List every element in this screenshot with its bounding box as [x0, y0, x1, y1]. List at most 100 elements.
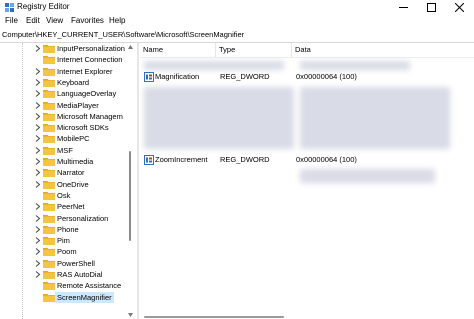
chevron-right-icon[interactable] — [35, 214, 41, 222]
tree-item[interactable]: RAS AutoDial — [0, 269, 126, 280]
value-name: Magnification — [155, 72, 200, 81]
redacted-area — [144, 87, 294, 149]
folder-icon — [43, 202, 55, 212]
folder-icon — [43, 293, 55, 302]
redacted-area — [144, 61, 284, 70]
close-icon — [454, 2, 464, 12]
chevron-right-icon[interactable] — [35, 180, 41, 188]
tree-item-label: ScreenMagnifier — [55, 291, 114, 303]
chevron-right-icon[interactable] — [35, 101, 41, 109]
maximize-button[interactable] — [418, 0, 444, 14]
chevron-right-icon[interactable] — [35, 203, 41, 211]
redacted-area — [300, 61, 410, 70]
menu-edit[interactable]: Edit — [25, 16, 41, 26]
folder-icon — [43, 157, 55, 166]
tree-item-label: MobilePC — [57, 134, 90, 144]
close-button[interactable] — [446, 0, 472, 14]
tree-item[interactable]: Remote Assistance — [0, 280, 126, 291]
tree-scrollbar-thumb[interactable] — [129, 151, 131, 241]
chevron-right-icon[interactable] — [35, 45, 41, 52]
tree-item-label: Microsoft SDKs — [57, 123, 109, 133]
values-pane[interactable]: Name Type Data Magnification REG_DWORD 0… — [140, 43, 474, 319]
tree-item[interactable]: Personalization — [0, 213, 126, 224]
column-header-name[interactable]: Name — [140, 43, 216, 57]
tree-item[interactable]: PowerShell — [0, 258, 126, 269]
value-row[interactable]: ZoomIncrement REG_DWORD 0x00000064 (100) — [140, 154, 474, 166]
tree-item[interactable]: Osk — [0, 190, 126, 201]
tree-item[interactable]: Phone — [0, 224, 126, 235]
tree-item[interactable]: MSF — [0, 145, 126, 156]
chevron-right-icon[interactable] — [35, 169, 41, 177]
values-horizontal-scrollbar[interactable] — [140, 314, 474, 319]
tree-item-label: Microsoft Managem — [57, 111, 123, 121]
tree-item[interactable]: Microsoft Managem — [0, 111, 126, 122]
chevron-right-icon[interactable] — [35, 146, 41, 154]
dword-value-icon — [144, 155, 154, 165]
tree-item[interactable]: Internet Explorer — [0, 66, 126, 77]
tree-item[interactable]: OneDrive — [0, 179, 126, 190]
tree-item-label: Multimedia — [57, 157, 94, 166]
tree-item[interactable]: Pim — [0, 235, 126, 246]
chevron-right-icon[interactable] — [35, 259, 41, 267]
value-type: REG_DWORD — [220, 72, 270, 81]
key-tree-pane[interactable]: InputPersonalization Internet Connection I… — [0, 43, 136, 319]
pane-splitter[interactable] — [137, 43, 139, 319]
tree-item[interactable]: MediaPlayer — [0, 100, 126, 111]
folder-icon — [43, 101, 55, 110]
tree-item[interactable]: LanguageOverlay — [0, 88, 126, 99]
dword-value-icon — [144, 72, 154, 82]
minimize-icon — [398, 6, 408, 8]
tree-item[interactable]: ScreenMagnifier — [0, 291, 126, 303]
folder-icon — [43, 180, 55, 189]
tree-item[interactable]: PeerNet — [0, 201, 126, 212]
chevron-right-icon[interactable] — [35, 237, 41, 244]
column-header-type[interactable]: Type — [216, 43, 292, 57]
scroll-up-arrow-icon[interactable] — [128, 45, 133, 49]
chevron-right-icon[interactable] — [35, 90, 41, 98]
chevron-right-icon[interactable] — [35, 248, 41, 256]
maximize-icon — [426, 2, 436, 12]
window-title: Registry Editor — [17, 2, 70, 11]
tree-item-label: MediaPlayer — [57, 100, 99, 110]
folder-icon — [43, 247, 55, 257]
tree-item-label: Poom — [57, 247, 77, 257]
menu-view[interactable]: View — [45, 16, 64, 26]
tree-item-label: InputPersonalization — [57, 44, 125, 53]
tree-item[interactable]: Internet Connection — [0, 54, 126, 65]
menu-favorites[interactable]: Favorites — [70, 16, 105, 26]
tree-item[interactable]: Narrator — [0, 167, 126, 178]
chevron-right-icon[interactable] — [35, 79, 41, 86]
chevron-right-icon[interactable] — [35, 67, 41, 75]
minimize-button[interactable] — [390, 0, 416, 14]
tree-item-label: Remote Assistance — [57, 281, 122, 291]
tree-item[interactable]: MobilePC — [0, 133, 126, 144]
tree-item[interactable]: Keyboard — [0, 77, 126, 88]
folder-icon — [43, 236, 55, 246]
tree-item[interactable]: Microsoft SDKs — [0, 122, 126, 133]
chevron-right-icon[interactable] — [35, 112, 41, 120]
menu-help[interactable]: Help — [108, 16, 126, 26]
chevron-right-icon[interactable] — [35, 124, 41, 131]
chevron-right-icon[interactable] — [35, 135, 41, 143]
value-row[interactable]: Magnification REG_DWORD 0x00000064 (100) — [140, 71, 474, 83]
horizontal-scrollbar-thumb[interactable] — [144, 316, 284, 318]
tree-item[interactable]: Poom — [0, 246, 126, 257]
tree-item-label: PowerShell — [57, 258, 95, 268]
title-bar[interactable]: Registry Editor — [0, 0, 474, 14]
address-bar[interactable]: Computer\HKEY_CURRENT_USER\Software\Micr… — [2, 30, 470, 40]
column-header-data[interactable]: Data — [292, 43, 474, 57]
tree-vertical-scrollbar[interactable] — [126, 43, 135, 319]
menu-file[interactable]: File — [4, 16, 19, 26]
folder-icon — [43, 270, 55, 279]
chevron-right-icon[interactable] — [35, 225, 41, 233]
tree-item-label: LanguageOverlay — [57, 89, 117, 99]
folder-icon — [43, 225, 55, 234]
tree-item[interactable]: InputPersonalization — [0, 43, 126, 54]
folder-icon — [43, 134, 55, 144]
redacted-area — [300, 169, 435, 183]
chevron-right-icon[interactable] — [35, 271, 41, 278]
folder-icon — [43, 146, 55, 155]
chevron-right-icon[interactable] — [35, 158, 41, 165]
scroll-down-arrow-icon[interactable] — [128, 313, 133, 317]
tree-item[interactable]: Multimedia — [0, 156, 126, 167]
